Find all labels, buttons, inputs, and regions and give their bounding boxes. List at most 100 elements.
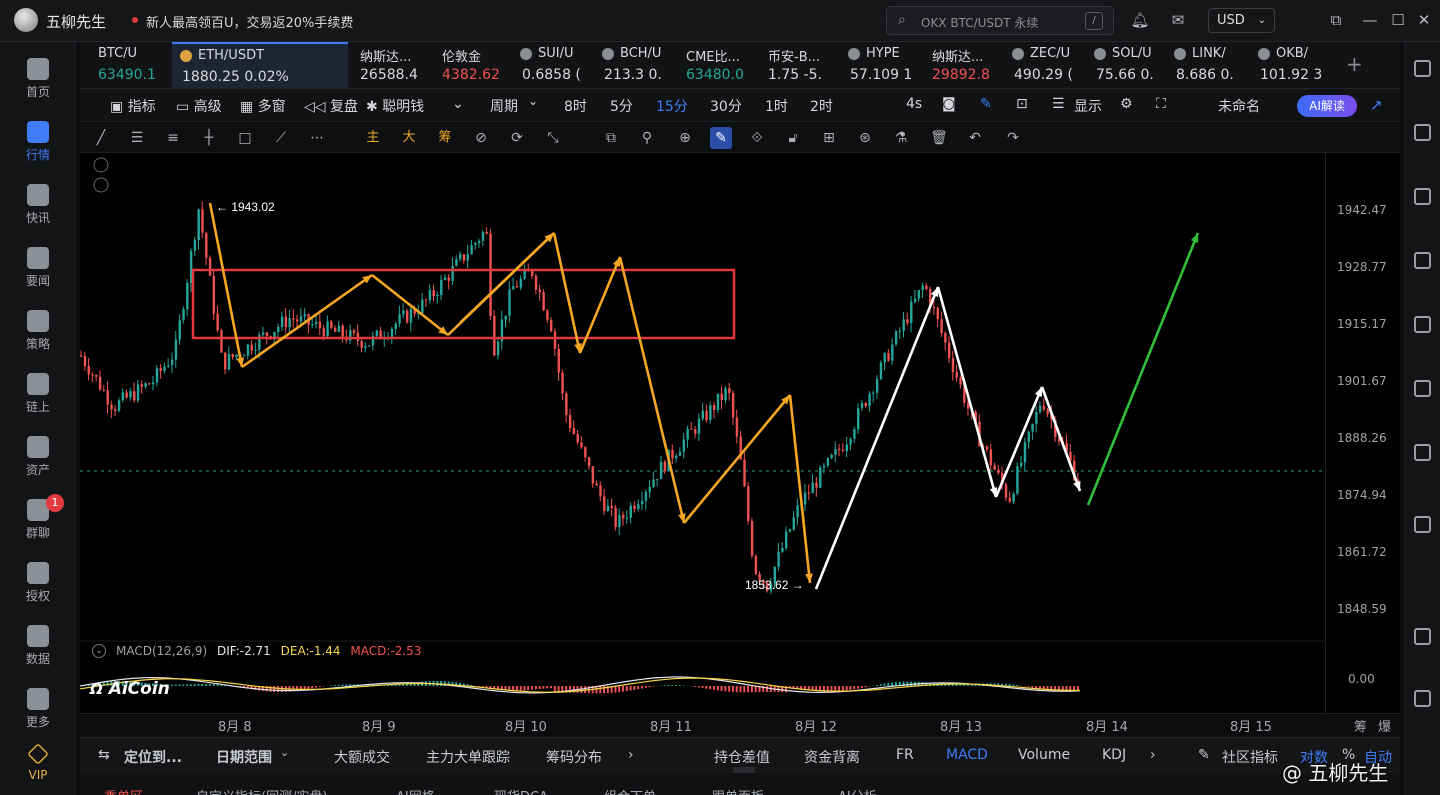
horizontal-ray-icon[interactable]: ☰ xyxy=(126,127,148,149)
sidebar-item-7[interactable]: 群聊 1 xyxy=(0,491,76,549)
collapse-icon[interactable]: ⌄ xyxy=(92,644,106,658)
community-indicator-button[interactable]: 社区指标 xyxy=(1222,747,1278,767)
filter-icon[interactable]: ⚗ xyxy=(890,127,912,149)
bottom-tab-6[interactable]: AI分析 xyxy=(838,786,877,795)
sidebar-item-3[interactable]: 要闻 xyxy=(0,239,76,297)
large-order-label[interactable]: 大 xyxy=(398,127,420,149)
date-range-select[interactable]: 日期范围 xyxy=(216,747,272,767)
parallel-channel-icon[interactable]: ≡ xyxy=(162,127,184,149)
redo-icon[interactable]: ↷ xyxy=(1002,127,1024,149)
fr-tab[interactable]: FR xyxy=(896,747,914,763)
chart-area[interactable]: ← 1943.02 1853.62 → xyxy=(79,153,1400,713)
maximize-icon[interactable]: ☐ xyxy=(1388,10,1408,30)
copy-icon[interactable]: ⧉ xyxy=(600,127,622,149)
panels-icon[interactable] xyxy=(1414,628,1431,645)
layout-select[interactable]: 未命名 xyxy=(1218,96,1260,116)
lock-icon[interactable]: 🔓︎ xyxy=(782,127,804,149)
sidebar-item-2[interactable]: 快讯 xyxy=(0,176,76,234)
globe-icon[interactable] xyxy=(1414,516,1431,533)
crosshair-icon[interactable]: ┼ xyxy=(198,127,220,149)
main-order-tab[interactable]: 主力大单跟踪 xyxy=(426,747,510,767)
main-force-label[interactable]: 主 xyxy=(362,127,384,149)
interval-15m[interactable]: 15分 xyxy=(656,96,688,116)
bottom-tab-5[interactable]: 跟单面板 xyxy=(712,786,764,795)
new-window-icon[interactable]: ⊡ xyxy=(1016,96,1028,112)
promo-banner[interactable]: 新人最高领百U，交易返20%手续费 xyxy=(146,12,353,31)
ai-interpret-button[interactable]: AI解读 xyxy=(1297,95,1357,117)
period-select[interactable]: 周期 xyxy=(490,96,518,116)
replay-button[interactable]: ◁◁ 复盘 xyxy=(304,96,358,116)
sidebar-item-11[interactable]: VIP xyxy=(0,735,76,793)
hide-icon[interactable]: ⊘ xyxy=(470,127,492,149)
bottom-tab-1[interactable]: 自定义指标(回测/实盘) xyxy=(196,786,328,795)
bottom-tab-4[interactable]: 组合下单 xyxy=(604,786,656,795)
log-scale-toggle[interactable]: 对数 xyxy=(1300,747,1328,767)
screenshot-icon[interactable]: ◙ xyxy=(942,96,956,112)
minimize-icon[interactable]: — xyxy=(1360,10,1380,30)
magnet-icon[interactable]: ⟐ xyxy=(746,127,768,149)
ticker-0[interactable]: BTC/U 63490.1 xyxy=(88,42,172,88)
more-tools-icon[interactable]: ⋯ xyxy=(306,127,328,149)
sidebar-item-9[interactable]: 数据 xyxy=(0,617,76,675)
volume-tab[interactable]: Volume xyxy=(1018,747,1070,763)
edit-icon[interactable]: ✎ xyxy=(1198,747,1210,763)
fullscreen-icon[interactable]: ⛶ xyxy=(1156,96,1166,112)
pencil-icon[interactable]: ✎ xyxy=(710,127,732,149)
chip-distribution-tab[interactable]: 筹码分布 xyxy=(546,747,602,767)
sync-icon[interactable]: ⟳ xyxy=(506,127,528,149)
liquidation-corner-label[interactable]: 爆 xyxy=(1378,716,1391,735)
chip-corner-label[interactable]: 筹 xyxy=(1354,716,1367,735)
ticker-9[interactable]: 纳斯达... 29892.8 xyxy=(922,42,1004,88)
ruler-icon[interactable]: ⚲ xyxy=(636,127,658,149)
candlestick-chart[interactable]: ← 1943.02 1853.62 → xyxy=(79,153,1400,713)
rectangle-icon[interactable]: □ xyxy=(234,127,256,149)
ticker-1[interactable]: ETH/USDT 1880.25 0.02% xyxy=(172,42,348,88)
ticker-12[interactable]: LINK/8.686 0. xyxy=(1166,42,1250,88)
chevron-right-icon[interactable]: › xyxy=(628,747,634,763)
visibility-icon[interactable]: ⊛ xyxy=(854,127,876,149)
sidebar-item-4[interactable]: 策略 xyxy=(0,302,76,360)
percent-toggle[interactable]: % xyxy=(1342,747,1355,763)
notes-icon[interactable] xyxy=(1414,124,1431,141)
multi-window-button[interactable]: ▦ 多窗 xyxy=(240,96,286,116)
measure-icon[interactable]: ⤡ xyxy=(542,127,564,149)
fund-divergence-tab[interactable]: 资金背离 xyxy=(804,747,860,767)
display-button[interactable]: 显示 xyxy=(1074,96,1102,116)
ticker-7[interactable]: 币安-B... 1.75 -5. xyxy=(758,42,840,88)
zoom-in-icon[interactable]: ⊕ xyxy=(674,127,696,149)
large-trades-tab[interactable]: 大额成交 xyxy=(334,747,390,767)
share-icon[interactable]: ↗ xyxy=(1370,96,1383,114)
chevron-down-icon[interactable]: ⌄ xyxy=(452,96,464,112)
trend-line-icon[interactable]: ╱ xyxy=(90,127,112,149)
chip-label[interactable]: 筹 xyxy=(434,127,456,149)
trend-icon[interactable] xyxy=(1414,252,1431,269)
brush-icon[interactable]: ⟋ xyxy=(270,127,292,149)
interval-1h[interactable]: 1时 xyxy=(765,96,788,116)
ticker-5[interactable]: BCH/U 213.3 0. xyxy=(594,42,676,88)
ticker-3[interactable]: 伦敦金 4382.62 xyxy=(432,42,512,88)
bot-icon[interactable] xyxy=(1414,444,1431,461)
auto-scale-toggle[interactable]: 自动 xyxy=(1364,747,1392,767)
sidebar-item-0[interactable]: 首页 xyxy=(0,50,76,108)
sidebar-item-10[interactable]: 更多 xyxy=(0,680,76,738)
monitor-icon[interactable] xyxy=(1414,316,1431,333)
bottom-tab-2[interactable]: AI网格 xyxy=(396,786,435,795)
template-icon[interactable]: ⊞ xyxy=(818,127,840,149)
interval-5m[interactable]: 5分 xyxy=(610,96,633,116)
macd-tab[interactable]: MACD xyxy=(946,747,988,763)
layout-icon[interactable] xyxy=(1414,60,1431,77)
search-box[interactable]: ⌕ OKX BTC/USDT 永续 / xyxy=(886,6,1114,35)
date-axis[interactable] xyxy=(80,713,1400,737)
headset-icon[interactable] xyxy=(1414,690,1431,707)
refresh-rate[interactable]: 4s xyxy=(906,96,922,112)
ticker-8[interactable]: HYPE 57.109 1 xyxy=(840,42,922,88)
sidebar-item-6[interactable]: 资产 xyxy=(0,428,76,486)
sidebar-item-5[interactable]: 链上 xyxy=(0,365,76,423)
interval-8h[interactable]: 8时 xyxy=(564,96,587,116)
ellipsis-tab-icon[interactable]: ⇆ xyxy=(98,747,110,763)
add-ticker-icon[interactable]: + xyxy=(1346,52,1363,76)
advanced-button[interactable]: ▭ 高级 xyxy=(176,96,222,116)
etf-icon[interactable] xyxy=(1414,380,1431,397)
close-icon[interactable]: ✕ xyxy=(1414,10,1434,30)
ticker-11[interactable]: SOL/U 75.66 0. xyxy=(1086,42,1166,88)
